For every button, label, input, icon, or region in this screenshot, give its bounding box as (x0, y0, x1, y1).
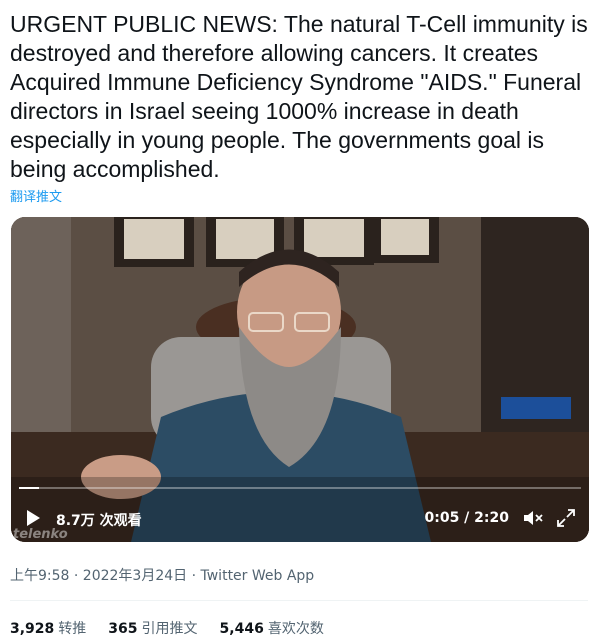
view-count: 8.7万 次观看 (56, 513, 142, 529)
tweet-timestamp[interactable]: 上午9:58 · 2022年3月24日 · (10, 568, 201, 584)
fullscreen-icon[interactable] (556, 508, 576, 528)
tweet-meta: 上午9:58 · 2022年3月24日 · Twitter Web App (10, 565, 314, 585)
retweets-label: 转推 (58, 621, 87, 637)
quotes-label: 引用推文 (141, 621, 198, 637)
quotes-count: 365 (108, 621, 138, 637)
retweets-count: 3,928 (10, 621, 55, 637)
video-time: 0:05 / 2:20 (424, 510, 509, 526)
tweet-source[interactable]: Twitter Web App (201, 568, 315, 584)
video-watermark: telenko (13, 527, 68, 542)
progress-fill (19, 487, 40, 489)
tweet-text: URGENT PUBLIC NEWS: The natural T-Cell i… (10, 11, 588, 182)
translate-tweet-link[interactable]: 翻译推文 (10, 186, 62, 205)
video-controls: 8.7万 次观看 0:05 / 2:20 (11, 490, 589, 542)
play-icon[interactable] (24, 509, 42, 527)
likes-count: 5,446 (219, 621, 264, 637)
quotes-stat[interactable]: 365 引用推文 (108, 618, 197, 638)
divider (10, 600, 588, 601)
video-player[interactable]: 8.7万 次观看 0:05 / 2:20 telenko (11, 217, 589, 542)
tweet-stats: 3,928 转推 365 引用推文 5,446 喜欢次数 (10, 618, 324, 638)
retweets-stat[interactable]: 3,928 转推 (10, 618, 86, 638)
likes-stat[interactable]: 5,446 喜欢次数 (220, 618, 324, 638)
likes-label: 喜欢次数 (267, 621, 324, 637)
progress-bar[interactable] (19, 487, 581, 489)
mute-icon[interactable] (523, 509, 543, 527)
